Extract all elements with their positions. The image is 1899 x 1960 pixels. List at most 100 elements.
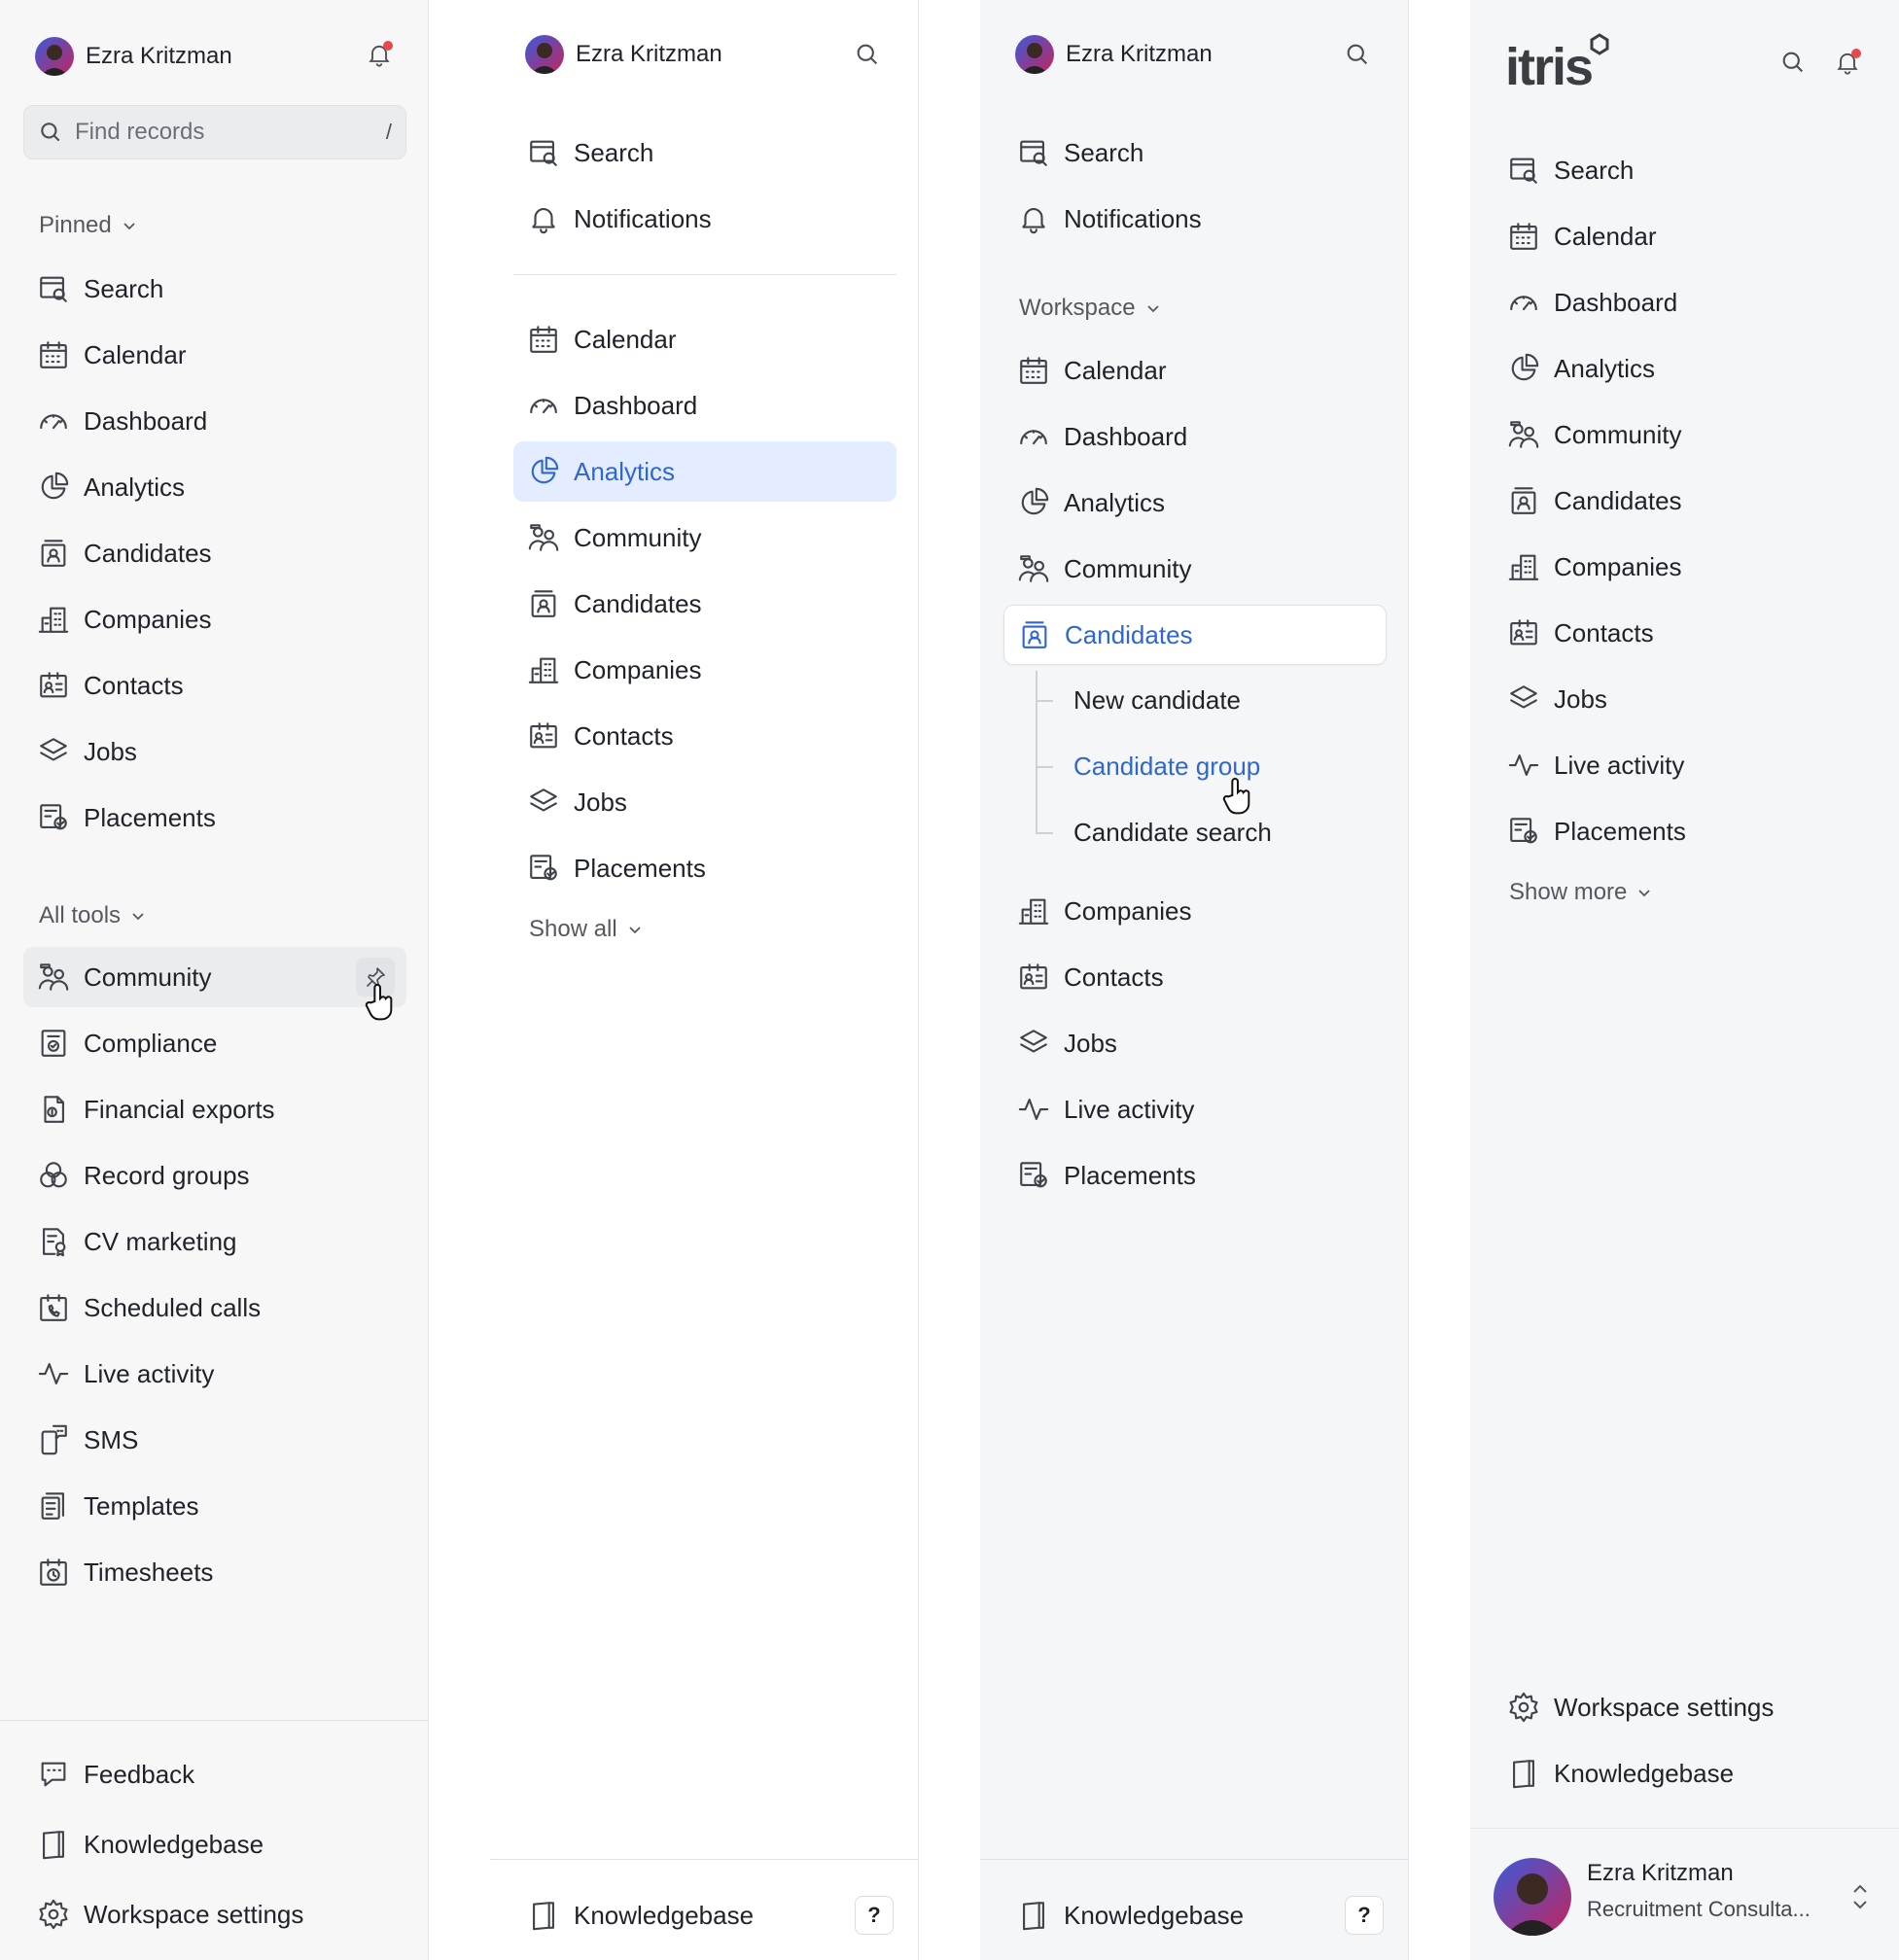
jobs-icon [1507, 682, 1540, 716]
tool-item-timesheets[interactable]: Timesheets [23, 1542, 406, 1602]
pinned-item-analytics[interactable]: Analytics [23, 457, 406, 517]
tool-item-scheduled-calls[interactable]: Scheduled calls [23, 1278, 406, 1338]
nav-item-analytics[interactable]: Analytics [513, 441, 897, 502]
footer-item-workspace-settings[interactable]: Workspace settings [23, 1884, 406, 1944]
find-records-search[interactable]: / [23, 105, 406, 159]
footer-item-knowledgebase[interactable]: Knowledgebase [1003, 1885, 1387, 1945]
contacts-icon [37, 669, 70, 702]
pinned-item-calendar[interactable]: Calendar [23, 325, 406, 385]
footer-item-knowledgebase[interactable]: Knowledgebase [23, 1814, 406, 1874]
footer-item-knowledgebase[interactable]: Knowledgebase [513, 1885, 897, 1945]
nav-item-calendar[interactable]: Calendar [1003, 340, 1387, 401]
nav-item-contacts[interactable]: Contacts [1003, 947, 1387, 1007]
show-more-label: Show more [1509, 879, 1628, 905]
user-menu[interactable]: Ezra Kritzman [525, 35, 722, 74]
nav-item-label: Financial exports [84, 1094, 275, 1124]
nav-item-dashboard[interactable]: Dashboard [1494, 272, 1877, 332]
nav-item-search[interactable]: Search [513, 122, 897, 183]
tool-item-financial-exports[interactable]: Financial exports [23, 1079, 406, 1139]
nav-item-notifications[interactable]: Notifications [513, 189, 897, 249]
nav-item-jobs[interactable]: Jobs [513, 772, 897, 832]
nav-item-placements[interactable]: Placements [1494, 801, 1877, 861]
sub-item-candidate-search[interactable]: Candidate search [1073, 818, 1272, 848]
dashboard-icon [1507, 286, 1540, 319]
nav-item-community[interactable]: Community [513, 508, 897, 568]
sub-item-new-candidate[interactable]: New candidate [1073, 685, 1241, 716]
candidates-icon [1018, 618, 1051, 651]
pinned-item-jobs[interactable]: Jobs [23, 721, 406, 782]
search-button[interactable] [1776, 45, 1811, 80]
nav-item-label: Scheduled calls [84, 1292, 262, 1322]
nav-item-jobs[interactable]: Jobs [1003, 1013, 1387, 1073]
nav-item-community[interactable]: Community [1003, 539, 1387, 599]
nav-item-live-activity[interactable]: Live activity [1494, 735, 1877, 795]
show-more-button[interactable]: Show more [1509, 879, 1652, 906]
tool-item-compliance[interactable]: Compliance [23, 1013, 406, 1073]
footer-item-feedback[interactable]: Feedback [23, 1744, 406, 1804]
show-all-button[interactable]: Show all [529, 916, 643, 943]
nav-item-dashboard[interactable]: Dashboard [513, 375, 897, 436]
notifications-button[interactable] [1830, 45, 1865, 80]
nav-item-analytics[interactable]: Analytics [1494, 338, 1877, 399]
profile-switcher[interactable]: Ezra Kritzman Recruitment Consulta... [1470, 1828, 1899, 1960]
nav-item-companies[interactable]: Companies [1494, 537, 1877, 597]
user-menu[interactable]: Ezra Kritzman [35, 37, 232, 76]
nav-item-companies[interactable]: Companies [513, 640, 897, 700]
search-button[interactable] [850, 37, 885, 72]
footer-item-knowledgebase[interactable]: Knowledgebase [1494, 1743, 1877, 1803]
nav-item-live-activity[interactable]: Live activity [1003, 1079, 1387, 1139]
jobs-icon [527, 786, 560, 819]
nav-item-contacts[interactable]: Contacts [513, 706, 897, 766]
placements-icon [1507, 815, 1540, 848]
pinned-section-toggle[interactable]: Pinned [39, 212, 137, 239]
nav-item-candidates[interactable]: Candidates [1494, 471, 1877, 531]
search-input[interactable] [75, 119, 386, 146]
knowledgebase-icon [37, 1828, 70, 1861]
show-all-label: Show all [529, 916, 617, 942]
tool-item-community[interactable]: Community [23, 947, 406, 1007]
notifications-button[interactable] [362, 37, 397, 72]
avatar [525, 35, 564, 74]
help-button[interactable]: ? [1345, 1896, 1384, 1935]
tool-item-record-groups[interactable]: Record groups [23, 1145, 406, 1206]
nav-item-search[interactable]: Search [1003, 122, 1387, 183]
footer-item-workspace-settings[interactable]: Workspace settings [1494, 1677, 1877, 1737]
pinned-item-contacts[interactable]: Contacts [23, 655, 406, 716]
nav-item-label: Dashboard [84, 405, 208, 436]
search-button[interactable] [1340, 37, 1375, 72]
all-tools-section-toggle[interactable]: All tools [39, 902, 146, 929]
candidates-icon [37, 537, 70, 570]
nav-item-calendar[interactable]: Calendar [513, 309, 897, 369]
nav-item-search[interactable]: Search [1494, 140, 1877, 200]
nav-item-candidates[interactable]: Candidates [1003, 605, 1387, 665]
pinned-item-search[interactable]: Search [23, 259, 406, 319]
nav-item-label: Feedback [84, 1759, 195, 1789]
nav-item-companies[interactable]: Companies [1003, 881, 1387, 941]
avatar [35, 37, 74, 76]
pinned-item-candidates[interactable]: Candidates [23, 523, 406, 583]
tool-item-live-activity[interactable]: Live activity [23, 1344, 406, 1404]
nav-item-calendar[interactable]: Calendar [1494, 206, 1877, 266]
tool-item-cv-marketing[interactable]: CV marketing [23, 1211, 406, 1272]
tool-item-templates[interactable]: Templates [23, 1476, 406, 1536]
tool-item-sms[interactable]: SMS [23, 1410, 406, 1470]
user-menu[interactable]: Ezra Kritzman [1015, 35, 1213, 74]
nav-item-label: Notifications [574, 203, 712, 233]
nav-item-analytics[interactable]: Analytics [1003, 472, 1387, 533]
nav-item-placements[interactable]: Placements [513, 838, 897, 898]
pinned-item-dashboard[interactable]: Dashboard [23, 391, 406, 451]
nav-item-jobs[interactable]: Jobs [1494, 669, 1877, 729]
nav-item-label: Live activity [1064, 1094, 1195, 1124]
nav-item-candidates[interactable]: Candidates [513, 574, 897, 634]
nav-item-placements[interactable]: Placements [1003, 1145, 1387, 1206]
help-button[interactable]: ? [855, 1896, 894, 1935]
workspace-section-toggle[interactable]: Workspace [1019, 295, 1161, 322]
pinned-item-placements[interactable]: Placements [23, 788, 406, 848]
nav-item-notifications[interactable]: Notifications [1003, 189, 1387, 249]
nav-item-community[interactable]: Community [1494, 404, 1877, 465]
candidates-icon [1507, 484, 1540, 517]
pinned-item-companies[interactable]: Companies [23, 589, 406, 649]
analytics-icon [37, 471, 70, 504]
nav-item-contacts[interactable]: Contacts [1494, 603, 1877, 663]
nav-item-dashboard[interactable]: Dashboard [1003, 406, 1387, 467]
